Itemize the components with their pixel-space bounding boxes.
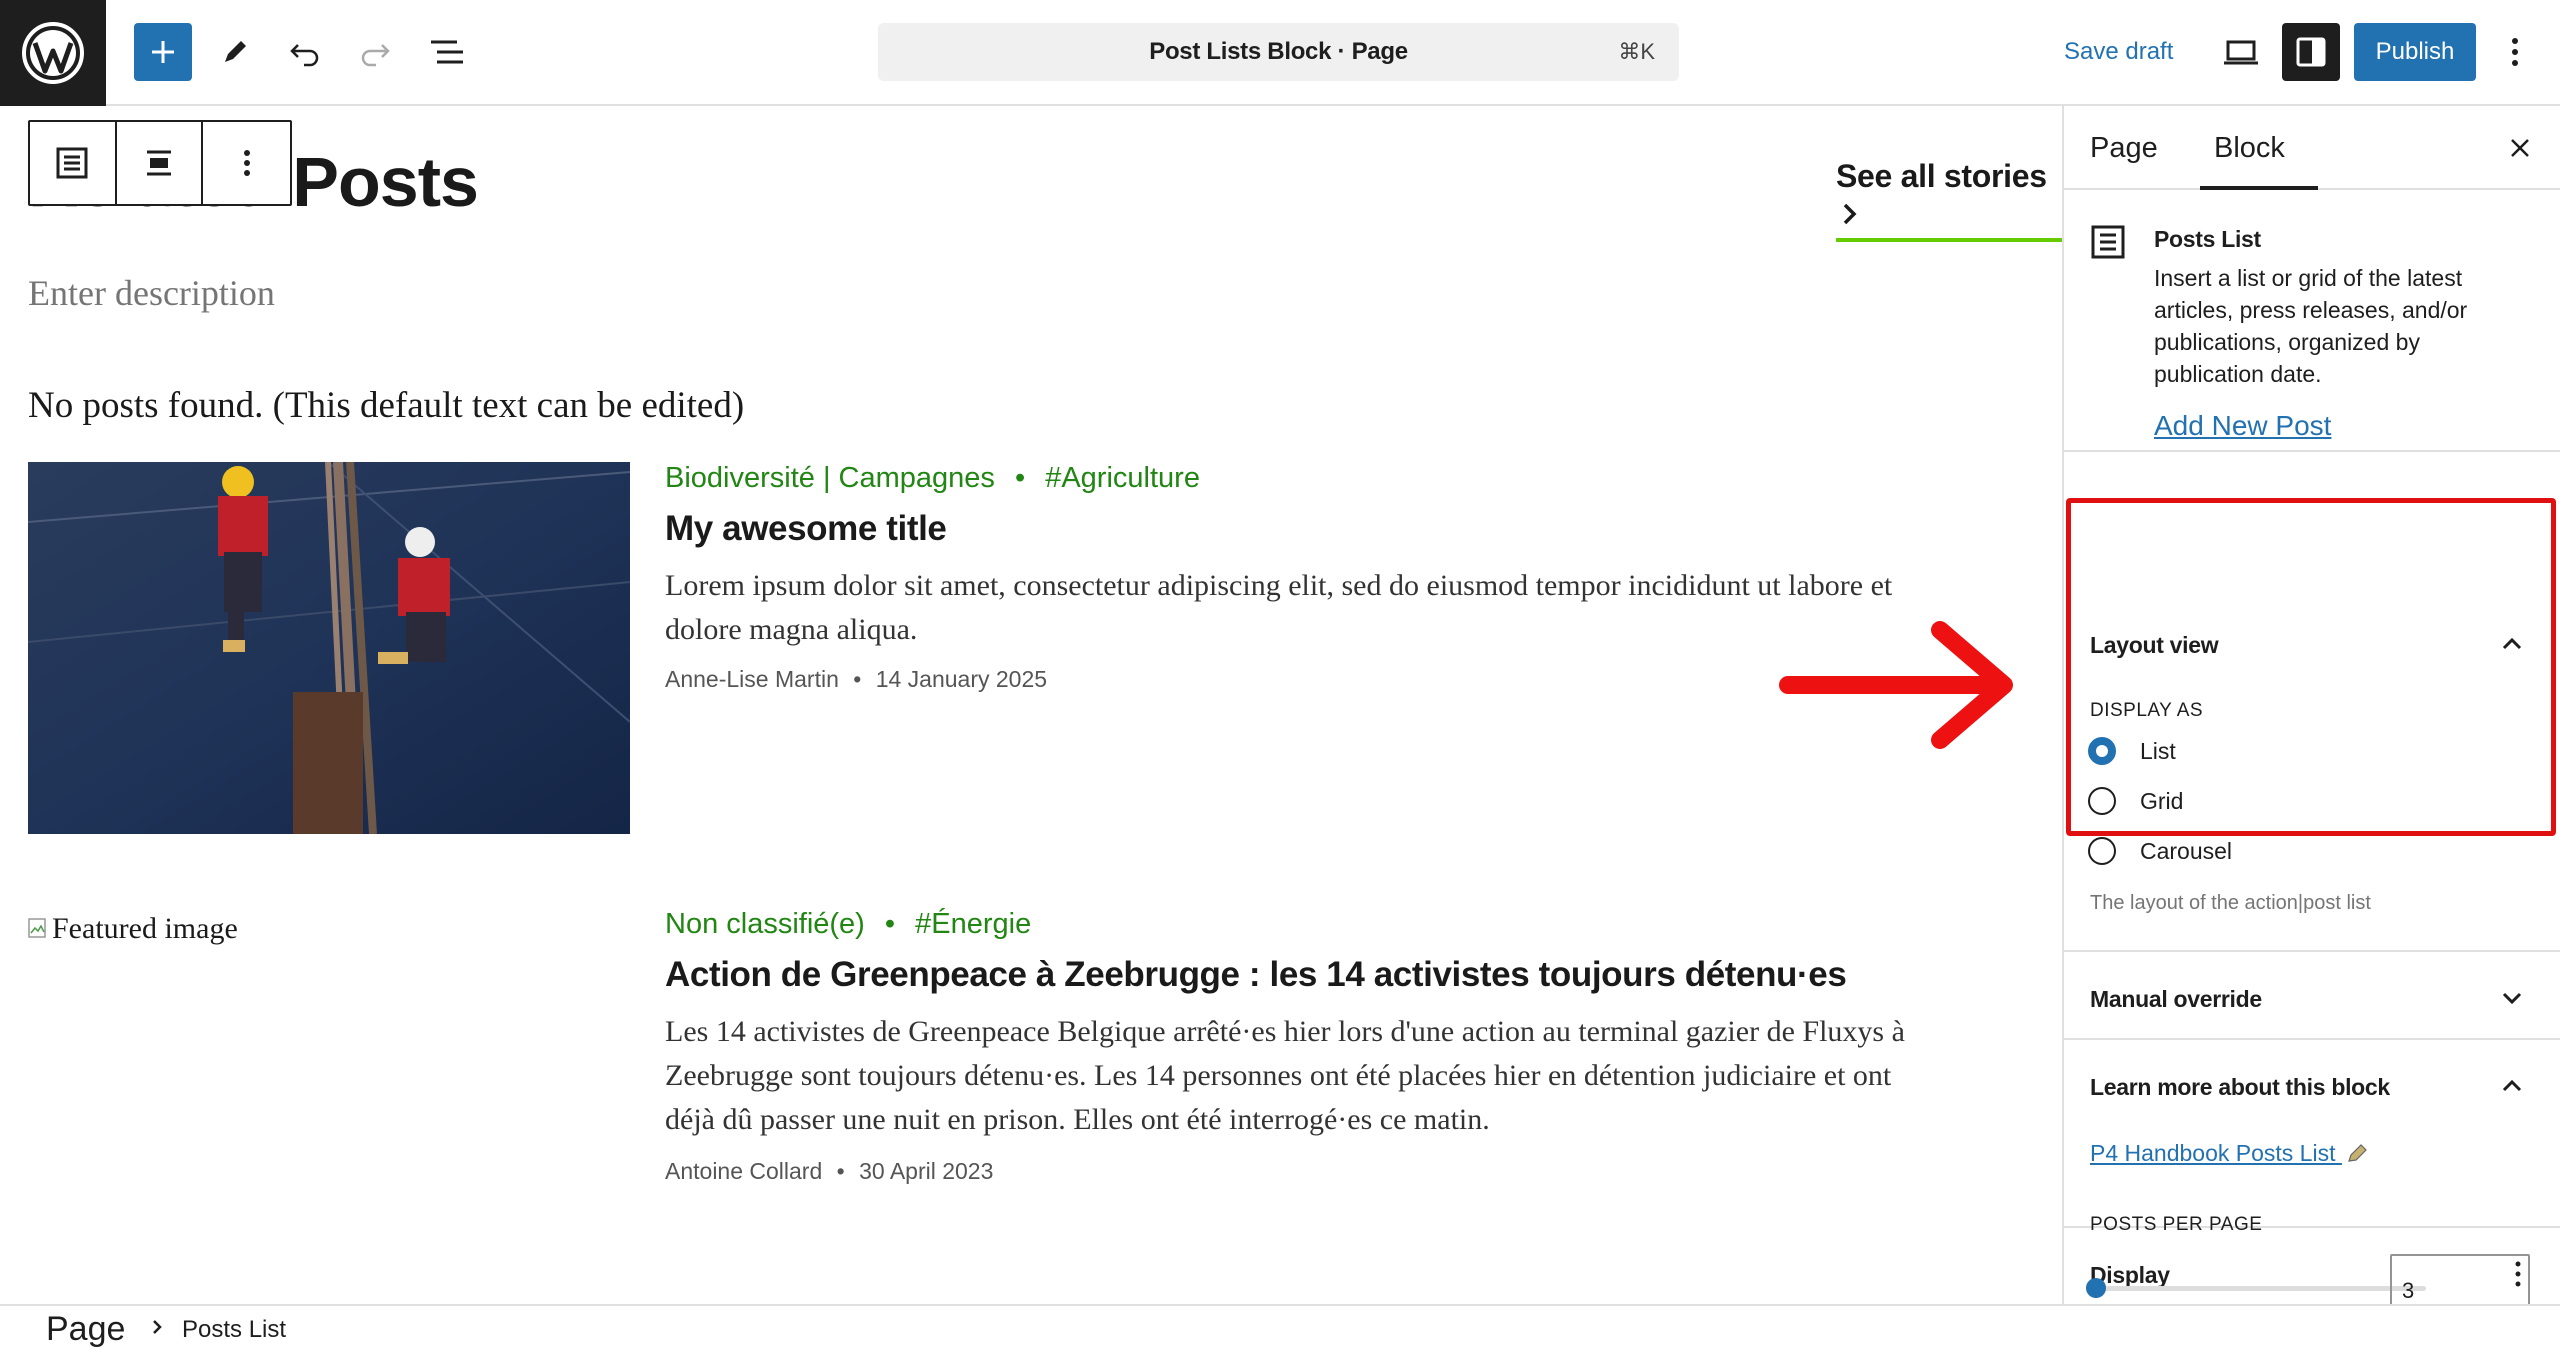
block-card-title: Posts List [2154,226,2261,252]
tab-page[interactable]: Page [2090,106,2158,190]
list-view-icon [431,40,463,64]
undo-button[interactable] [276,23,334,81]
panel-divider [2064,1038,2560,1040]
redo-icon [361,44,390,67]
activists-climbing-photo [28,462,630,834]
publish-button[interactable]: Publish [2354,23,2476,81]
post-meta: Non classifié(e) • #Énergie [665,908,1031,941]
posts-list-icon [56,147,88,179]
post-tag[interactable]: #Énergie [915,908,1031,940]
block-options-button[interactable] [203,122,290,204]
post-meta: Biodiversité | Campagnes • #Agriculture [665,462,1200,495]
post-categories[interactable]: Biodiversité | Campagnes [665,462,995,494]
sidebar-tabs: Page Block [2064,106,2560,190]
add-new-post-link[interactable]: Add New Post [2154,410,2331,442]
options-button[interactable] [2486,23,2544,81]
more-vertical-icon [2512,38,2518,66]
pencil-note-icon [2347,1144,2367,1162]
post-title[interactable]: My awesome title [665,509,947,549]
meta-separator: • [1014,462,1026,494]
chevron-up-icon[interactable] [2498,1072,2526,1100]
block-card: Posts List Insert a list or grid of the … [2064,192,2560,452]
post-featured-image[interactable] [28,462,630,834]
post-categories[interactable]: Non classifié(e) [665,908,865,940]
plus-icon [152,41,174,63]
settings-sidebar: Page Block Posts List Insert a list or g… [2062,106,2560,1304]
block-toolbar [28,120,292,206]
posts-per-page-label: POSTS PER PAGE [2090,1214,2263,1235]
post-author[interactable]: Antoine Collard [665,1158,822,1184]
command-shortcut: ⌘K [1618,39,1655,64]
chevron-right-icon [153,1320,162,1334]
posts-per-page-slider-thumb[interactable] [2086,1278,2106,1298]
description-input[interactable]: Enter description [28,272,275,314]
block-card-description: Insert a list or grid of the latest arti… [2154,265,2468,387]
command-palette-bar[interactable]: Post Lists Block · Page ⌘K [878,23,1679,81]
tools-button[interactable] [206,23,264,81]
wordpress-logo-button[interactable] [0,0,106,106]
featured-image-alt: Featured image [52,912,238,945]
learn-more-toggle[interactable]: Learn more about this block [2090,1074,2390,1101]
annotation-arrow-icon [1779,621,2013,749]
chevron-down-icon[interactable] [2498,984,2526,1012]
close-icon [2511,139,2529,157]
post-author[interactable]: Anne-Lise Martin [665,666,839,692]
radio-button[interactable] [2088,837,2116,865]
posts-per-page-input[interactable]: 3 [2390,1254,2530,1304]
settings-toggle-button[interactable] [2282,23,2340,81]
post-date: 14 January 2025 [875,666,1048,692]
byline-separator: • [853,666,862,692]
save-draft-button[interactable]: Save draft [2064,23,2173,81]
radio-carousel[interactable]: Carousel [2088,834,2232,868]
block-breadcrumb: Page Posts List [0,1304,2560,1349]
see-all-label: See all stories [1836,158,2047,194]
sidebar-icon [2296,37,2326,67]
panel-divider [2064,950,2560,952]
posts-list-icon [2091,225,2125,259]
post-excerpt: Lorem ipsum dolor sit amet, consectetur … [665,569,1893,646]
annotation-highlight-box [2066,498,2556,836]
see-all-stories-link[interactable]: See all stories [1836,158,2062,242]
meta-separator: • [884,908,896,940]
byline-separator: • [836,1158,845,1184]
editor-top-bar: Post Lists Block · Page ⌘K Save draft Pu… [0,0,2560,106]
post-excerpt: Les 14 activistes de Greenpeace Belgique… [665,1015,1905,1136]
no-posts-text[interactable]: No posts found. (This default text can b… [28,384,744,427]
wordpress-logo-icon [22,22,84,84]
layout-help-text: The layout of the action|post list [2090,892,2371,914]
handbook-link[interactable]: P4 Handbook Posts List [2090,1140,2370,1167]
pencil-icon [225,41,246,62]
post-date: 30 April 2023 [859,1158,994,1184]
close-sidebar-button[interactable] [2500,128,2540,168]
align-center-icon [147,150,171,176]
post-featured-image[interactable]: Featured image [28,912,238,946]
post-title[interactable]: Action de Greenpeace à Zeebrugge : les 1… [665,955,1847,995]
redo-button[interactable] [346,23,404,81]
undo-icon [290,44,319,67]
broken-image-icon [28,918,46,938]
editor-canvas: Related Posts See all stories Enter desc… [0,106,2062,1304]
add-block-button[interactable] [134,23,192,81]
handbook-link-label: P4 Handbook Posts List [2090,1140,2336,1166]
post-byline: Anne-Lise Martin • 14 January 2025 [665,666,1047,693]
breadcrumb-root[interactable]: Page [46,1310,125,1349]
preview-button[interactable] [2212,23,2270,81]
document-overview-button[interactable] [418,23,476,81]
tab-block[interactable]: Block [2214,106,2285,190]
active-tab-indicator [2200,186,2318,190]
post-tag[interactable]: #Agriculture [1045,462,1200,494]
block-type-button[interactable] [30,122,117,204]
radio-label-carousel: Carousel [2140,837,2233,864]
posts-per-page-slider-track[interactable] [2092,1286,2426,1291]
post-byline: Antoine Collard • 30 April 2023 [665,1158,993,1185]
document-title: Post Lists Block · Page [1149,38,1408,65]
manual-override-toggle[interactable]: Manual override [2090,986,2262,1013]
more-vertical-icon [243,150,250,176]
align-button[interactable] [117,122,204,204]
chevron-right-icon [1843,203,1857,225]
desktop-preview-icon [2224,40,2258,65]
breadcrumb-current: Posts List [182,1316,287,1343]
